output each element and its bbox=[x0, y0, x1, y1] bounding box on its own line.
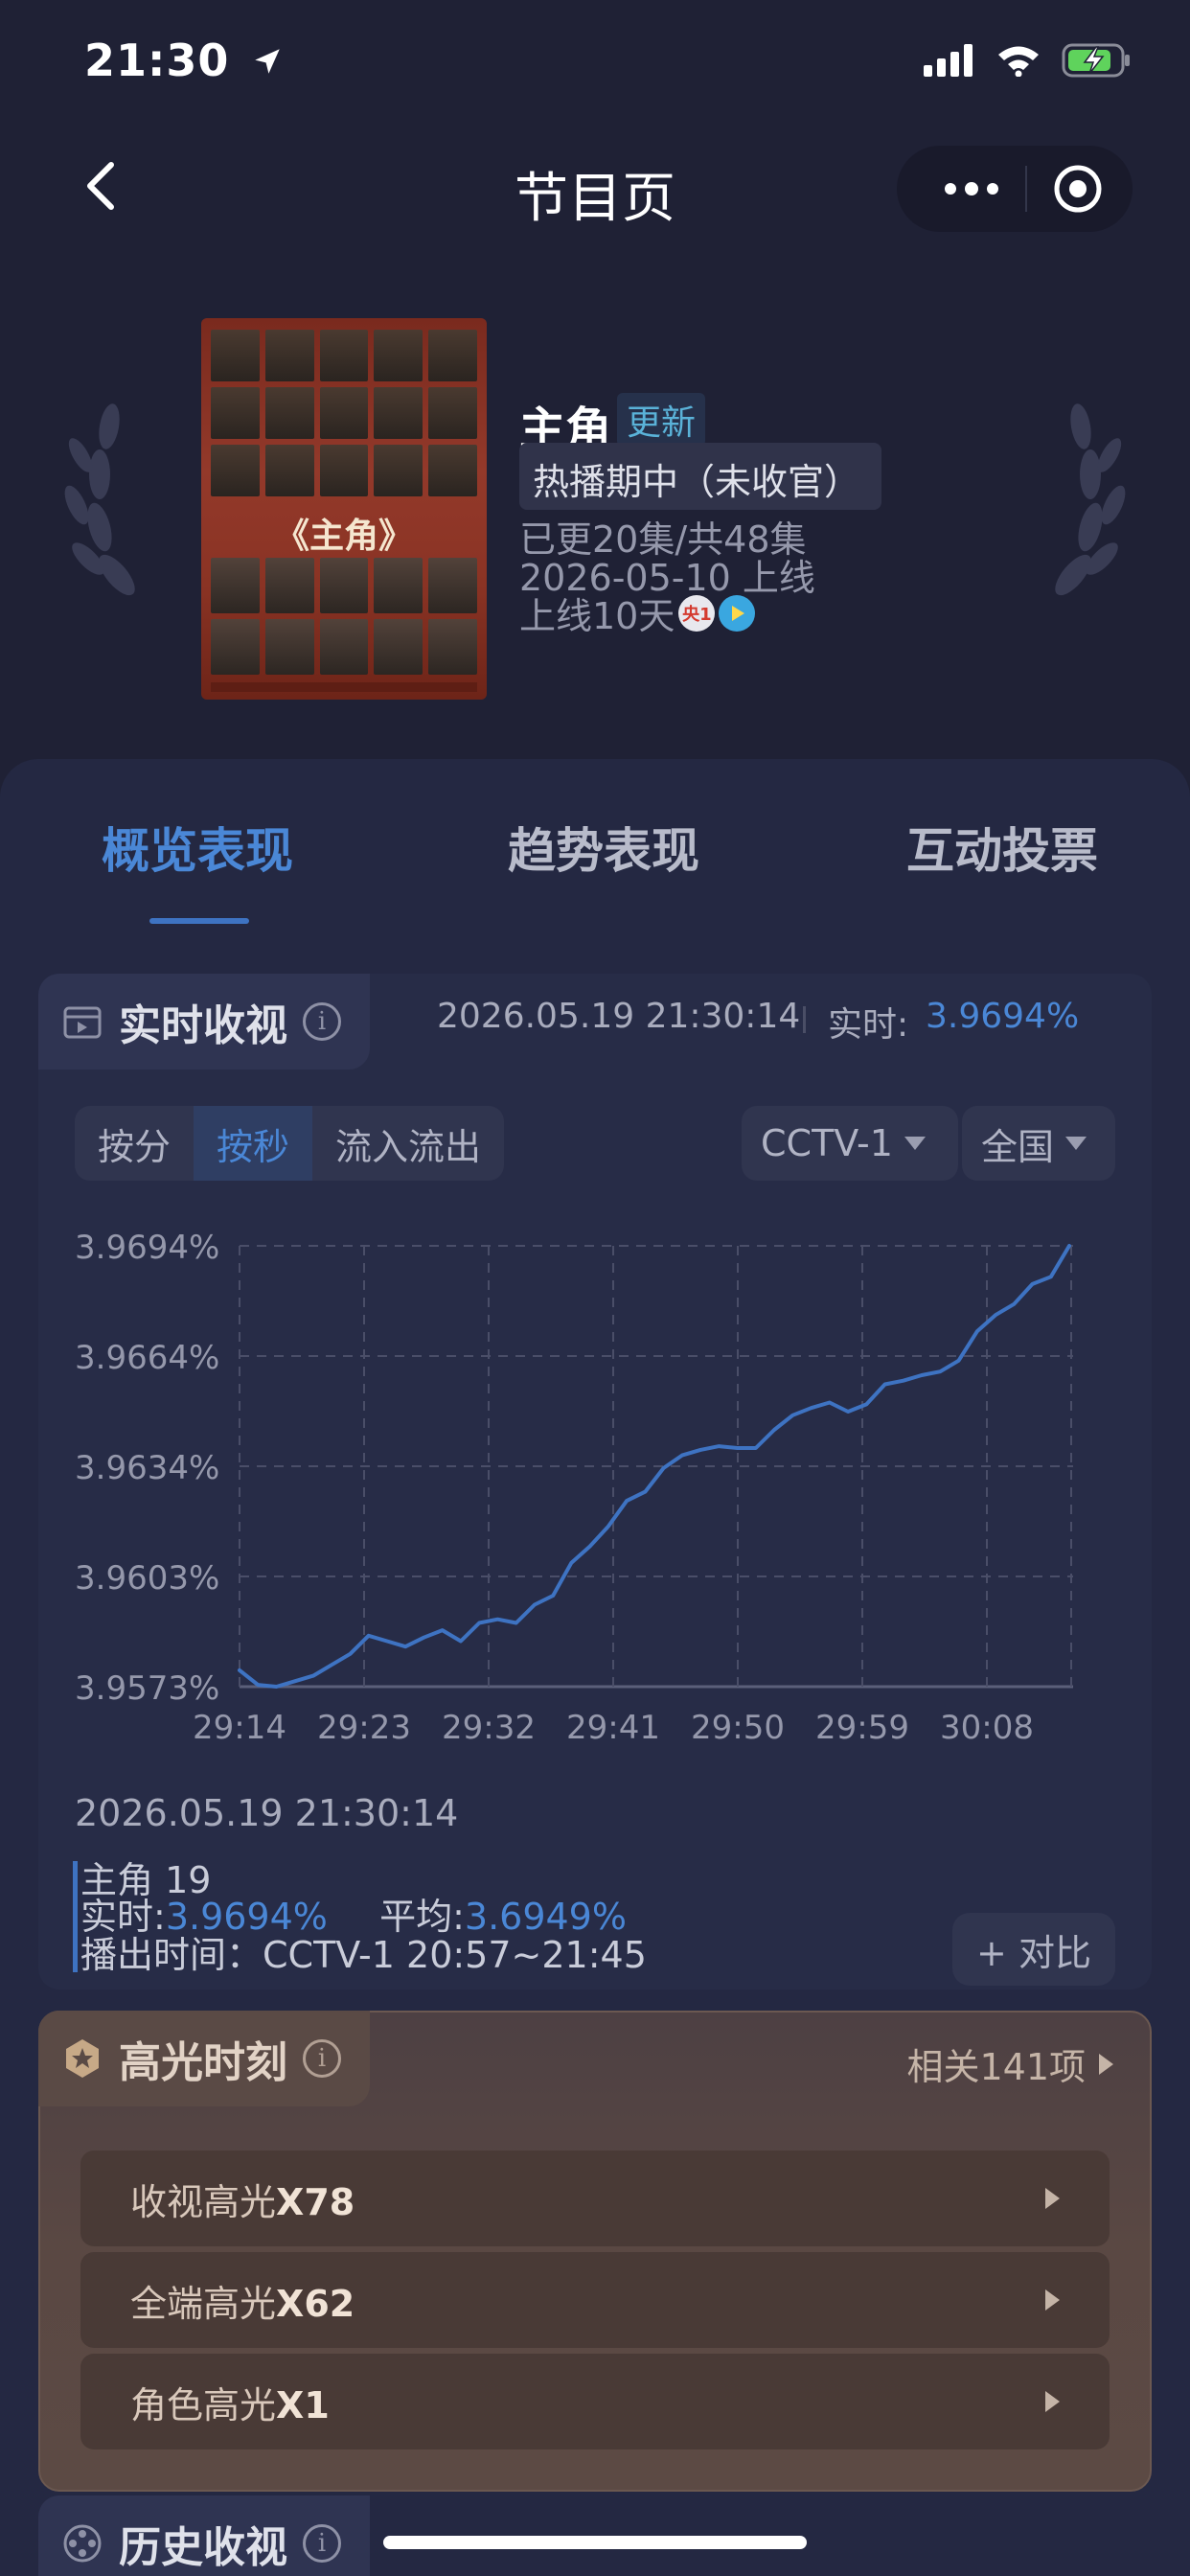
x-tick-label: 29:59 bbox=[815, 1709, 909, 1747]
star-badge-icon bbox=[66, 2039, 99, 2078]
chevron-down-icon bbox=[904, 1137, 926, 1150]
y-tick-label: 3.9603% bbox=[75, 1559, 219, 1598]
days-online-row: 上线10天 央1 bbox=[519, 586, 756, 639]
home-indicator[interactable] bbox=[383, 2536, 807, 2549]
legend-program: 主角 19 bbox=[80, 1859, 212, 1901]
tab-overview[interactable]: 概览表现 bbox=[102, 813, 293, 882]
program-poster[interactable]: 《主角》 bbox=[201, 318, 487, 700]
highlight-row-character[interactable]: 角色高光X1 bbox=[80, 2354, 1110, 2450]
x-tick-label: 29:41 bbox=[566, 1709, 660, 1747]
x-tick-label: 29:50 bbox=[691, 1709, 785, 1747]
segment-flow[interactable]: 流入流出 bbox=[312, 1106, 504, 1181]
days-online: 上线10天 bbox=[519, 595, 675, 637]
laurel-right-icon bbox=[1055, 403, 1126, 596]
x-tick-label: 30:08 bbox=[940, 1709, 1034, 1747]
info-icon[interactable]: i bbox=[303, 2524, 341, 2563]
y-tick-label: 3.9573% bbox=[75, 1669, 219, 1708]
poster-cast-grid-lower bbox=[211, 558, 477, 675]
highlight-row-ratings[interactable]: 收视高光X78 bbox=[80, 2150, 1110, 2246]
highlights-related-link[interactable]: 相关141项 bbox=[906, 2037, 1113, 2090]
chevron-right-icon bbox=[1099, 2053, 1113, 2075]
ratings-line-chart[interactable]: 3.9694% 3.9664% 3.9634% 3.9603% 3.9573%29:14… bbox=[0, 1198, 1190, 1773]
segment-by-minute[interactable]: 按分 bbox=[75, 1106, 194, 1181]
mini-program-capsule bbox=[897, 146, 1133, 232]
highlight-row-label: 收视高光X78 bbox=[130, 2180, 355, 2223]
legend-air-time: 播出时间：CCTV-1 20:57~21:45 bbox=[80, 1934, 647, 1976]
realtime-timestamp: 2026.05.19 21:30:14 bbox=[437, 997, 801, 1036]
channel-dropdown-value: CCTV-1 bbox=[761, 1122, 893, 1164]
tab-vote[interactable]: 互动投票 bbox=[906, 813, 1098, 882]
segment-by-second[interactable]: 按秒 bbox=[194, 1106, 313, 1181]
legend-avg-value: 3.6949% bbox=[464, 1896, 627, 1938]
legend-realtime-label: 实时: bbox=[80, 1896, 166, 1938]
realtime-label: 实时: bbox=[828, 1005, 909, 1045]
legend-avg-label: 平均: bbox=[379, 1896, 465, 1938]
chevron-right-icon bbox=[1045, 2391, 1060, 2412]
channel-dropdown[interactable]: CCTV-1 bbox=[742, 1106, 958, 1181]
chevron-down-icon bbox=[1065, 1137, 1087, 1150]
legend-realtime-value: 3.9694% bbox=[165, 1896, 328, 1938]
capsule-divider bbox=[1025, 166, 1027, 212]
x-tick-label: 29:32 bbox=[442, 1709, 536, 1747]
laurel-left-icon bbox=[64, 403, 135, 596]
compare-button[interactable]: + 对比 bbox=[952, 1913, 1115, 1986]
close-target-icon[interactable] bbox=[1052, 163, 1104, 215]
battery-charging-icon bbox=[1062, 43, 1130, 78]
info-icon[interactable]: i bbox=[303, 1002, 341, 1041]
airing-status: 热播期中（未收官） bbox=[519, 443, 881, 510]
history-title: 历史收视 bbox=[119, 2523, 287, 2572]
more-options-icon[interactable] bbox=[943, 179, 1000, 198]
x-tick-label: 29:23 bbox=[317, 1709, 411, 1747]
realtime-title: 实时收视 bbox=[119, 1001, 287, 1050]
legend-marker bbox=[73, 1861, 78, 1972]
granularity-segmented-control: 按分 按秒 流入流出 bbox=[75, 1106, 505, 1181]
tab-trend[interactable]: 趋势表现 bbox=[508, 813, 699, 882]
highlights-header: 高光时刻 i bbox=[38, 2011, 370, 2106]
realtime-card-header: 实时收视 i bbox=[38, 974, 370, 1070]
highlights-title: 高光时刻 bbox=[119, 2038, 287, 2087]
update-badge: 更新 bbox=[617, 393, 706, 447]
y-tick-label: 3.9694% bbox=[75, 1229, 219, 1267]
y-tick-label: 3.9634% bbox=[75, 1449, 219, 1487]
status-time: 21:30 bbox=[84, 34, 284, 86]
region-dropdown[interactable]: 全国 bbox=[962, 1106, 1115, 1181]
poster-cast-grid bbox=[211, 330, 477, 496]
tab-indicator bbox=[149, 918, 249, 924]
legend-values: 实时:3.9694% 平均:3.6949% bbox=[80, 1898, 627, 1936]
highlight-row-label: 全端高光X62 bbox=[130, 2282, 355, 2325]
x-tick-label: 29:14 bbox=[193, 1709, 286, 1747]
cellular-signal-icon bbox=[924, 44, 973, 77]
highlights-related-count: 相关141项 bbox=[906, 2046, 1086, 2088]
play-platform-icon bbox=[719, 594, 756, 632]
realtime-divider bbox=[803, 1006, 806, 1033]
chevron-right-icon bbox=[1045, 2289, 1060, 2311]
highlight-row-all-platform[interactable]: 全端高光X62 bbox=[80, 2252, 1110, 2348]
location-arrow-icon bbox=[255, 49, 281, 74]
history-header: 历史收视 i bbox=[38, 2496, 370, 2576]
y-tick-label: 3.9664% bbox=[75, 1339, 219, 1377]
film-reel-icon bbox=[63, 2524, 102, 2563]
poster-title: 《主角》 bbox=[274, 516, 413, 556]
cctv1-badge-icon: 央1 bbox=[678, 594, 716, 632]
region-dropdown-value: 全国 bbox=[981, 1125, 1055, 1168]
wifi-icon bbox=[998, 46, 1039, 77]
realtime-value: 3.9694% bbox=[926, 997, 1080, 1036]
poster-footer bbox=[211, 682, 477, 692]
info-icon[interactable]: i bbox=[303, 2039, 341, 2078]
status-indicators bbox=[924, 42, 1133, 79]
video-clapper-icon bbox=[63, 1006, 102, 1039]
selected-timestamp: 2026.05.19 21:30:14 bbox=[75, 1792, 459, 1834]
chevron-right-icon bbox=[1045, 2188, 1060, 2209]
highlight-row-label: 角色高光X1 bbox=[130, 2383, 330, 2426]
